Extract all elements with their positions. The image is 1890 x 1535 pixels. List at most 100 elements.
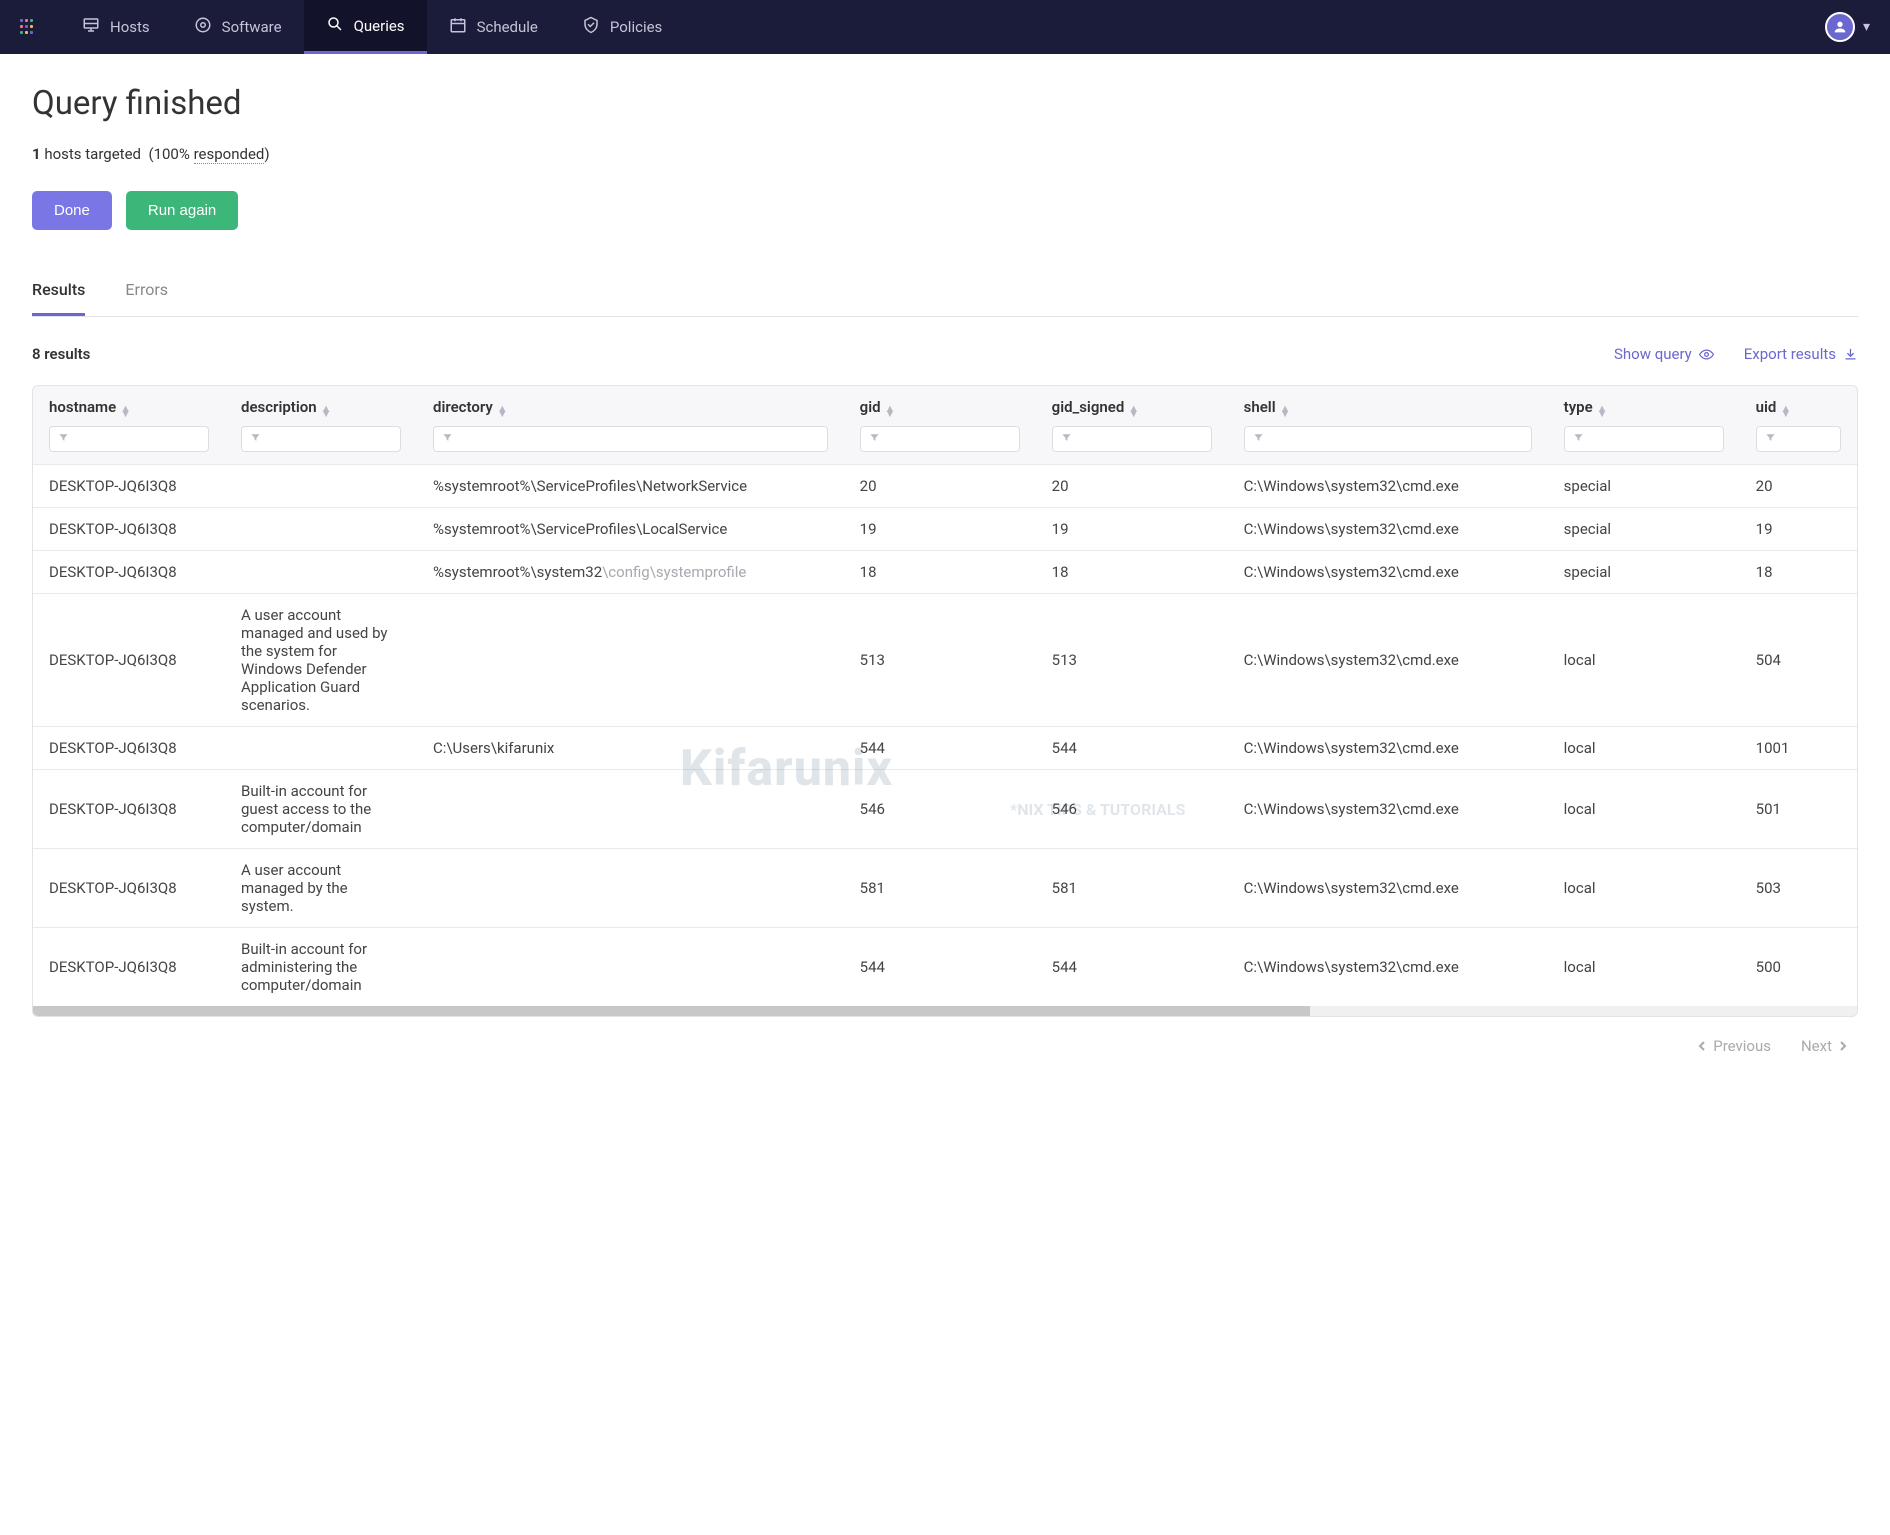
cell-gid: 19: [844, 508, 1036, 551]
sort-icon: ▲▼: [120, 406, 131, 416]
cell-description: Built-in account for guest access to the…: [225, 770, 417, 849]
table-scroll[interactable]: hostname▲▼description▲▼directory▲▼gid▲▼g…: [33, 386, 1857, 1006]
cell-uid: 504: [1740, 594, 1857, 727]
cell-shell: C:\Windows\system32\cmd.exe: [1228, 849, 1548, 928]
nav-item-queries[interactable]: Queries: [304, 0, 427, 54]
table-row: DESKTOP-JQ6I3Q8Built-in account for gues…: [33, 770, 1857, 849]
filter-gid[interactable]: [860, 426, 1020, 452]
cell-uid: 503: [1740, 849, 1857, 928]
cell-hostname: DESKTOP-JQ6I3Q8: [33, 594, 225, 727]
cell-gid-signed: 544: [1036, 727, 1228, 770]
cell-shell: C:\Windows\system32\cmd.exe: [1228, 928, 1548, 1007]
filter-description[interactable]: [241, 426, 401, 452]
filter-icon: [58, 432, 69, 443]
logo[interactable]: [20, 19, 36, 35]
tab-results[interactable]: Results: [32, 280, 85, 316]
nav-label: Hosts: [110, 18, 150, 36]
cell-type: special: [1548, 465, 1740, 508]
export-results-link[interactable]: Export results: [1744, 345, 1858, 363]
column-header-directory[interactable]: directory▲▼: [417, 386, 844, 422]
cell-gid: 513: [844, 594, 1036, 727]
cell-description: A user account managed by the system.: [225, 849, 417, 928]
download-icon: [1843, 347, 1858, 362]
nav-item-hosts[interactable]: Hosts: [60, 0, 172, 54]
hosts-label: hosts targeted: [44, 145, 141, 163]
nav-right: ▾: [1825, 12, 1870, 42]
table-row: DESKTOP-JQ6I3Q8C:\Users\kifarunix544544C…: [33, 727, 1857, 770]
cell-directory: [417, 849, 844, 928]
cell-gid-signed: 20: [1036, 465, 1228, 508]
table-row: DESKTOP-JQ6I3Q8%systemroot%\system32\con…: [33, 551, 1857, 594]
filter-directory[interactable]: [433, 426, 828, 452]
filter-type[interactable]: [1564, 426, 1724, 452]
next-link[interactable]: Next: [1801, 1037, 1848, 1055]
filter-hostname[interactable]: [49, 426, 209, 452]
sort-icon: ▲▼: [1280, 406, 1291, 416]
cell-directory: %systemroot%\ServiceProfiles\NetworkServ…: [417, 465, 844, 508]
nav-item-schedule[interactable]: Schedule: [427, 0, 560, 54]
cell-hostname: DESKTOP-JQ6I3Q8: [33, 508, 225, 551]
filter-icon: [869, 432, 880, 443]
cell-gid: 581: [844, 849, 1036, 928]
column-header-gid_signed[interactable]: gid_signed▲▼: [1036, 386, 1228, 422]
nav-label: Policies: [610, 18, 662, 36]
table-row: DESKTOP-JQ6I3Q8 %systemroot%\ServiceProfi…: [33, 508, 1857, 551]
column-header-gid[interactable]: gid▲▼: [844, 386, 1036, 422]
cell-type: local: [1548, 849, 1740, 928]
cell-uid: 20: [1740, 465, 1857, 508]
filter-uid[interactable]: [1756, 426, 1841, 452]
column-header-hostname[interactable]: hostname▲▼: [33, 386, 225, 422]
cell-shell: C:\Windows\system32\cmd.exe: [1228, 594, 1548, 727]
cell-gid-signed: 513: [1036, 594, 1228, 727]
run-again-button[interactable]: Run again: [126, 191, 238, 230]
column-header-type[interactable]: type▲▼: [1548, 386, 1740, 422]
cell-type: local: [1548, 727, 1740, 770]
cell-uid: 500: [1740, 928, 1857, 1007]
cell-hostname: DESKTOP-JQ6I3Q8: [33, 551, 225, 594]
show-query-link[interactable]: Show query: [1614, 345, 1714, 363]
eye-icon: [1699, 347, 1714, 362]
cell-hostname: DESKTOP-JQ6I3Q8: [33, 727, 225, 770]
tab-errors[interactable]: Errors: [125, 280, 168, 316]
cell-directory: C:\Users\kifarunix: [417, 727, 844, 770]
filter-icon: [1253, 432, 1264, 443]
filter-shell[interactable]: [1244, 426, 1532, 452]
filter-icon: [250, 432, 261, 443]
cell-type: local: [1548, 770, 1740, 849]
nav-label: Queries: [354, 17, 405, 35]
done-button[interactable]: Done: [32, 191, 112, 230]
cell-directory: [417, 770, 844, 849]
cell-gid-signed: 581: [1036, 849, 1228, 928]
sort-icon: ▲▼: [321, 406, 332, 416]
cell-gid-signed: 18: [1036, 551, 1228, 594]
column-header-shell[interactable]: shell▲▼: [1228, 386, 1548, 422]
results-header: 8 results Show query Export results: [32, 345, 1858, 363]
sort-icon: ▲▼: [1780, 406, 1791, 416]
cell-gid-signed: 544: [1036, 928, 1228, 1007]
filter-gid_signed[interactable]: [1052, 426, 1212, 452]
pagination: Previous Next: [32, 1017, 1858, 1055]
horizontal-scrollbar[interactable]: [33, 1006, 1857, 1016]
cell-type: special: [1548, 551, 1740, 594]
cell-shell: C:\Windows\system32\cmd.exe: [1228, 465, 1548, 508]
cell-directory: %systemroot%\ServiceProfiles\LocalServic…: [417, 508, 844, 551]
column-header-uid[interactable]: uid▲▼: [1740, 386, 1857, 422]
software-icon: [194, 16, 212, 38]
cell-hostname: DESKTOP-JQ6I3Q8: [33, 928, 225, 1007]
previous-link[interactable]: Previous: [1697, 1037, 1771, 1055]
table-row: DESKTOP-JQ6I3Q8A user account managed an…: [33, 594, 1857, 727]
filter-icon: [1061, 432, 1072, 443]
hosts-icon: [82, 16, 100, 38]
nav-item-policies[interactable]: Policies: [560, 0, 684, 54]
chevron-down-icon[interactable]: ▾: [1863, 19, 1870, 35]
chevron-left-icon: [1697, 1041, 1707, 1051]
navbar: Hosts Software Queries Schedule Policies ▾: [0, 0, 1890, 54]
column-header-description[interactable]: description▲▼: [225, 386, 417, 422]
cell-hostname: DESKTOP-JQ6I3Q8: [33, 770, 225, 849]
nav-item-software[interactable]: Software: [172, 0, 304, 54]
cell-shell: C:\Windows\system32\cmd.exe: [1228, 727, 1548, 770]
responded-label[interactable]: responded: [194, 145, 265, 164]
show-query-label: Show query: [1614, 345, 1692, 363]
cell-uid: 18: [1740, 551, 1857, 594]
user-avatar[interactable]: [1825, 12, 1855, 42]
